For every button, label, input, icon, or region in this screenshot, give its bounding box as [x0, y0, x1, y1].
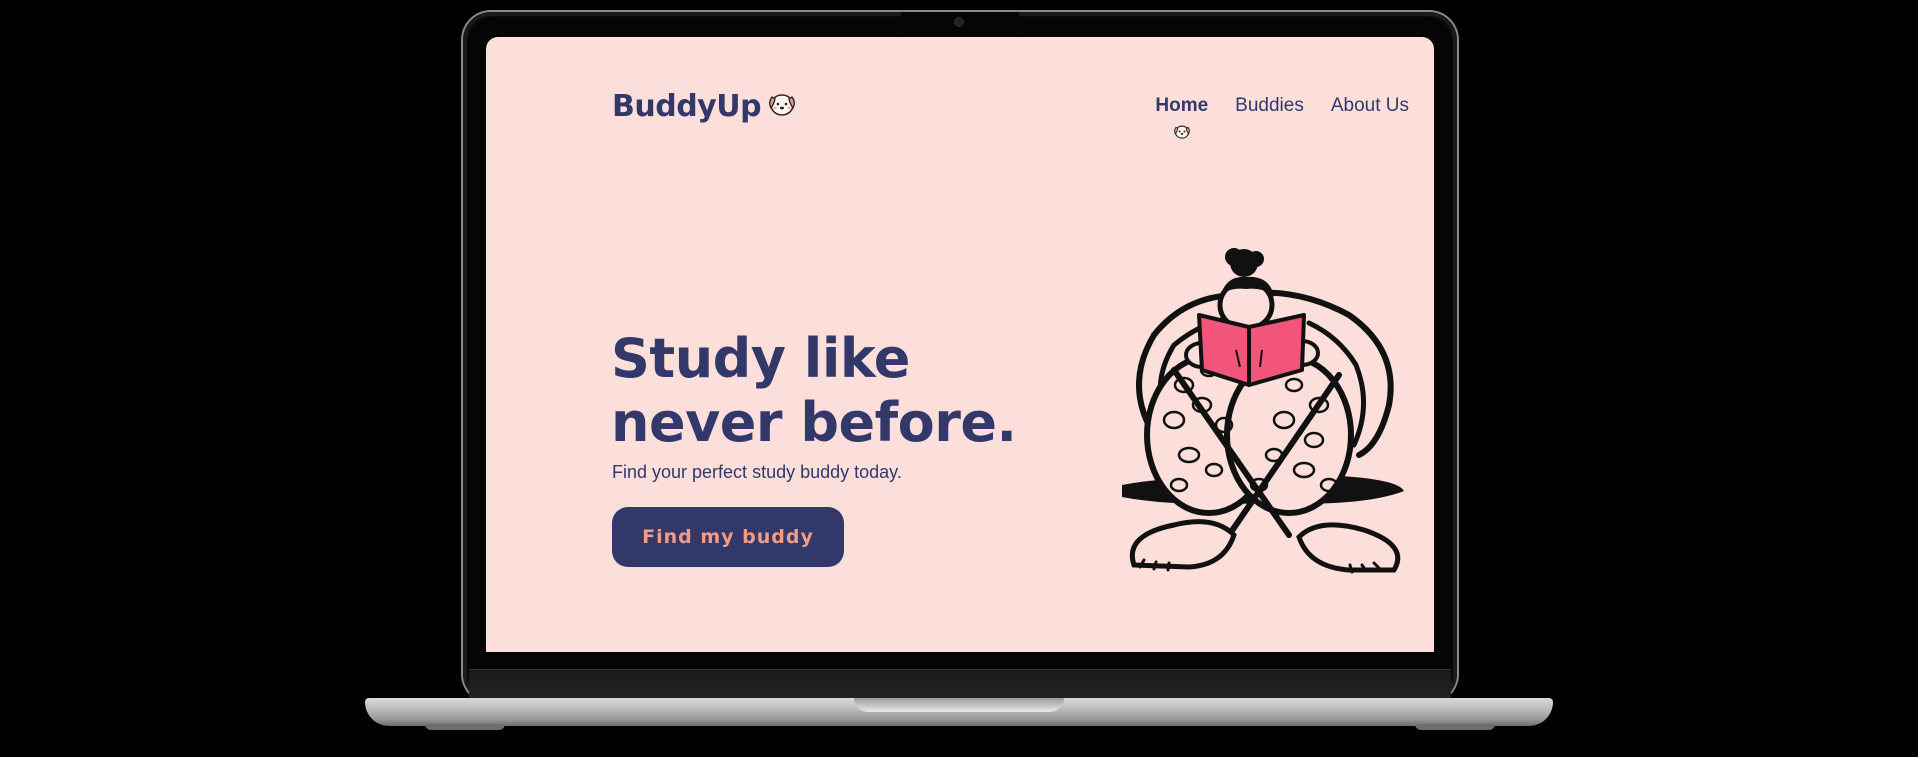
person-reading-book-illustration — [1114, 245, 1414, 590]
camera-icon — [955, 18, 963, 26]
nav-item-label: Buddies — [1235, 95, 1304, 116]
brand-logo[interactable]: BuddyUp — [612, 89, 797, 124]
laptop-foot-right — [1415, 724, 1495, 730]
hero-subtitle: Find your perfect study buddy today. — [612, 462, 902, 482]
nav-item-about-us[interactable]: About Us — [1331, 95, 1409, 117]
laptop-opening-groove — [854, 698, 1064, 712]
hero-title-line-1: Study like — [611, 327, 910, 390]
nav-item-label: About Us — [1330, 95, 1409, 116]
dog-face-icon — [767, 90, 797, 123]
hero-title: Study like never before. — [611, 327, 1017, 455]
nav-item-home[interactable]: Home — [1155, 95, 1209, 139]
hero-title-line-2: never before. — [611, 391, 1017, 454]
active-dog-indicator-icon — [1173, 123, 1191, 146]
find-my-buddy-button[interactable]: Find my buddy — [612, 507, 844, 567]
main-nav: Home Buddies About Us — [1155, 95, 1409, 139]
nav-item-label: Home — [1155, 95, 1209, 116]
nav-item-buddies[interactable]: Buddies — [1235, 95, 1304, 117]
laptop-foot-left — [425, 724, 505, 730]
laptop-hinge — [469, 669, 1451, 700]
brand-name: BuddyUp — [612, 89, 762, 124]
laptop-base — [365, 698, 1553, 726]
camera-notch — [901, 12, 1019, 35]
laptop-screen: BuddyUp Home Buddies About Us Study like… — [486, 37, 1434, 652]
